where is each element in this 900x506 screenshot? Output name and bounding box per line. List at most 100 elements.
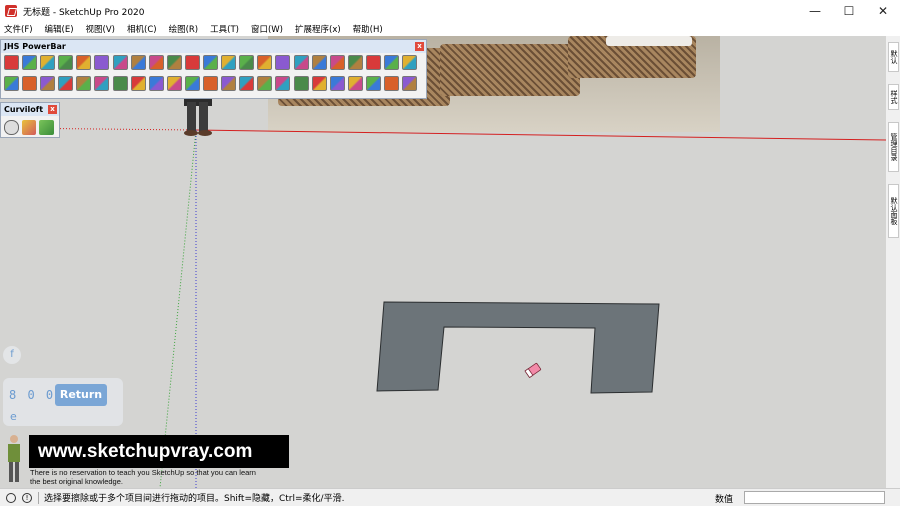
powerbar-tool-icon[interactable]: [130, 76, 146, 91]
tray-tab-default[interactable]: 默认: [888, 42, 899, 72]
powerbar-header[interactable]: JHS PowerBar x: [1, 40, 426, 53]
menu-extensions[interactable]: 扩展程序(x): [295, 23, 341, 35]
key-overlay-panel: 8 0 0 Return e: [3, 378, 123, 426]
measurements-label: 数值: [715, 495, 734, 505]
default-tray: 默认 样式 管理目录 默认面板: [886, 36, 900, 488]
title-bar: 无标题 - SketchUp Pro 2020 — ☐ ✕: [0, 0, 900, 22]
powerbar-tool-icon[interactable]: [257, 55, 273, 70]
powerbar-tool-icon[interactable]: [76, 55, 92, 70]
powerbar-tool-icon[interactable]: [40, 76, 56, 91]
menu-window[interactable]: 窗口(W): [251, 23, 283, 35]
powerbar-tool-icon[interactable]: [275, 55, 291, 70]
powerbar-tool-icon[interactable]: [239, 55, 255, 70]
powerbar-tool-icon[interactable]: [329, 76, 345, 91]
key-overlay-top: f: [3, 346, 21, 364]
caption-line-2: the best original knowledge.: [30, 477, 123, 486]
typed-letter: e: [10, 410, 17, 423]
powerbar-tool-icon[interactable]: [112, 76, 128, 91]
powerbar-tool-icon[interactable]: [329, 55, 345, 70]
caption-line-1: There is no reservation to teach you Ske…: [30, 468, 256, 477]
powerbar-tool-icon[interactable]: [130, 55, 146, 70]
powerbar-tool-icon[interactable]: [203, 76, 219, 91]
typed-digits: 8 0 0: [9, 388, 56, 402]
powerbar-tool-icon[interactable]: [402, 76, 418, 91]
powerbar-tool-icon[interactable]: [58, 55, 74, 70]
menu-file[interactable]: 文件(F): [4, 23, 33, 35]
powerbar-tool-icon[interactable]: [293, 76, 309, 91]
curviloft-toolbar[interactable]: Curviloft x: [0, 102, 60, 138]
jhs-powerbar-toolbar[interactable]: JHS PowerBar x: [0, 39, 427, 99]
menu-help[interactable]: 帮助(H): [353, 23, 383, 35]
powerbar-tool-icon[interactable]: [40, 55, 56, 70]
powerbar-row-2: [1, 70, 426, 91]
loft-by-spline-icon[interactable]: [4, 120, 19, 135]
powerbar-tool-icon[interactable]: [347, 55, 363, 70]
powerbar-tool-icon[interactable]: [311, 76, 327, 91]
geolocation-icon[interactable]: [6, 492, 16, 503]
powerbar-tool-icon[interactable]: [94, 55, 110, 70]
maximize-button[interactable]: ☐: [832, 0, 866, 22]
scene-svg: [0, 127, 886, 488]
minimize-button[interactable]: —: [798, 0, 832, 22]
powerbar-tool-icon[interactable]: [402, 55, 418, 70]
powerbar-tool-icon[interactable]: [4, 55, 19, 70]
powerbar-tool-icon[interactable]: [275, 76, 291, 91]
curviloft-header[interactable]: Curviloft x: [1, 103, 59, 116]
loft-along-path-icon[interactable]: [39, 120, 54, 135]
powerbar-tool-icon[interactable]: [76, 76, 92, 91]
menu-tools[interactable]: 工具(T): [210, 23, 239, 35]
close-button[interactable]: ✕: [866, 0, 900, 22]
powerbar-tool-icon[interactable]: [4, 76, 19, 91]
powerbar-tool-icon[interactable]: [166, 76, 182, 91]
powerbar-tool-icon[interactable]: [148, 76, 164, 91]
status-hint: 选择要擦除或于多个项目间进行拖动的项目。Shift=隐藏，Ctrl=柔化/平滑.: [44, 494, 345, 504]
powerbar-tool-icon[interactable]: [383, 76, 399, 91]
curviloft-row: [1, 116, 59, 135]
powerbar-tool-icon[interactable]: [58, 76, 74, 91]
powerbar-tool-icon[interactable]: [383, 55, 399, 70]
powerbar-tool-icon[interactable]: [257, 76, 273, 91]
powerbar-close-button[interactable]: x: [415, 42, 424, 51]
menu-draw[interactable]: 绘图(R): [169, 23, 199, 35]
tray-tab-styles[interactable]: 样式: [888, 84, 899, 110]
curviloft-title: Curviloft: [4, 105, 44, 114]
window-controls: — ☐ ✕: [798, 0, 900, 22]
powerbar-tool-icon[interactable]: [311, 55, 327, 70]
powerbar-tool-icon[interactable]: [148, 55, 164, 70]
powerbar-tool-icon[interactable]: [94, 76, 110, 91]
powerbar-tool-icon[interactable]: [221, 55, 237, 70]
powerbar-tool-icon[interactable]: [22, 55, 38, 70]
powerbar-tool-icon[interactable]: [239, 76, 255, 91]
u-shaped-face: [376, 301, 660, 394]
tray-tab-outliner[interactable]: 管理目录: [888, 122, 899, 172]
return-key-badge: Return: [55, 384, 107, 406]
measurements-input[interactable]: [744, 491, 885, 504]
menu-camera[interactable]: 相机(C): [127, 23, 157, 35]
powerbar-tool-icon[interactable]: [184, 76, 200, 91]
info-icon[interactable]: !: [22, 492, 32, 503]
menu-edit[interactable]: 编辑(E): [45, 23, 74, 35]
powerbar-tool-icon[interactable]: [166, 55, 182, 70]
powerbar-tool-icon[interactable]: [293, 55, 309, 70]
powerbar-tool-icon[interactable]: [347, 76, 363, 91]
powerbar-tool-icon[interactable]: [365, 55, 381, 70]
status-bar: ! 选择要擦除或于多个项目间进行拖动的项目。Shift=隐藏，Ctrl=柔化/平…: [0, 488, 900, 506]
sketchup-logo-icon: [5, 5, 17, 17]
tray-tab-default-panel[interactable]: 默认面板: [888, 184, 899, 238]
eraser-cursor-icon: [524, 362, 542, 379]
powerbar-tool-icon[interactable]: [112, 55, 128, 70]
menu-bar: 文件(F) 编辑(E) 视图(V) 相机(C) 绘图(R) 工具(T) 窗口(W…: [0, 22, 900, 36]
skinning-icon[interactable]: [21, 120, 37, 135]
red-axis: [195, 129, 886, 141]
powerbar-row-1: [1, 53, 426, 70]
powerbar-tool-icon[interactable]: [184, 55, 200, 70]
powerbar-tool-icon[interactable]: [365, 76, 381, 91]
powerbar-tool-icon[interactable]: [203, 55, 219, 70]
powerbar-tool-icon[interactable]: [221, 76, 237, 91]
mascot-figure: [8, 435, 20, 482]
menu-view[interactable]: 视图(V): [86, 23, 115, 35]
drawing-viewport[interactable]: JHS PowerBar x Curviloft x f 8 0 0 Retur…: [0, 36, 886, 488]
curviloft-close-button[interactable]: x: [48, 105, 57, 114]
powerbar-title: JHS PowerBar: [4, 42, 66, 51]
powerbar-tool-icon[interactable]: [22, 76, 38, 91]
